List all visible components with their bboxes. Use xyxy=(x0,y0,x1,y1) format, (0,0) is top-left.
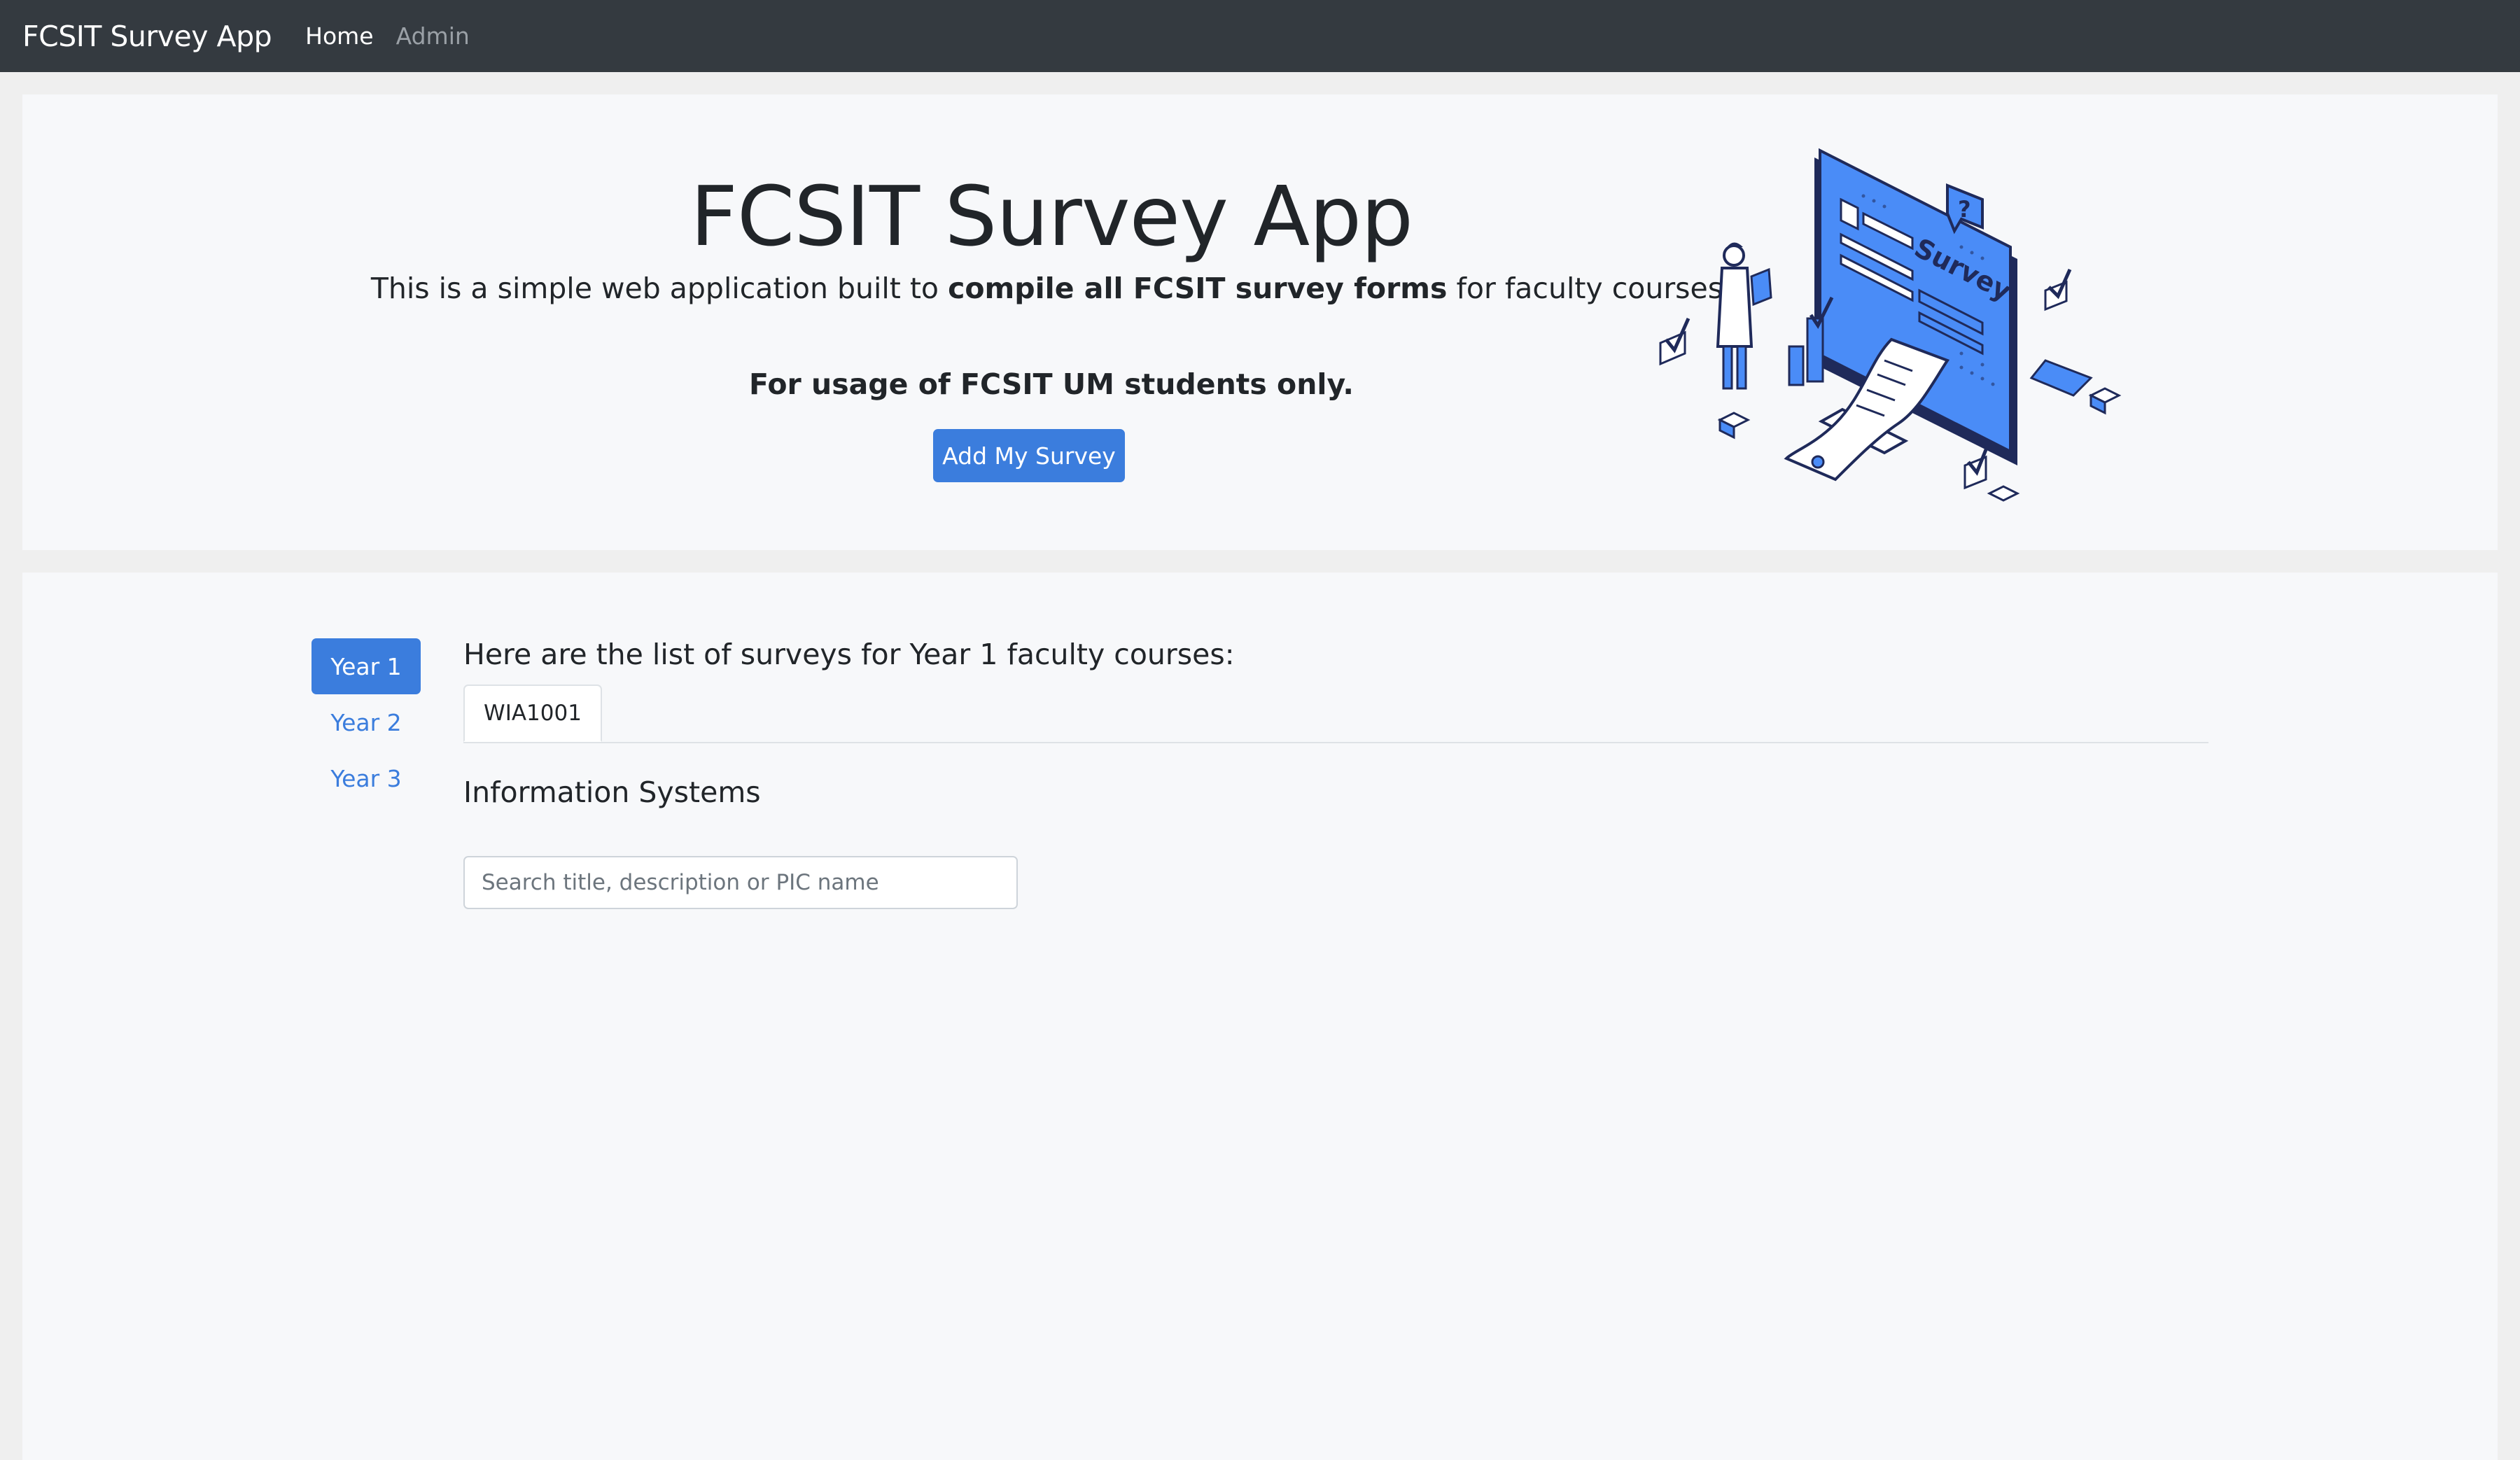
survey-list-heading: Here are the list of surveys for Year 1 … xyxy=(463,638,1235,671)
hero-lead-start: This is a simple web application built t… xyxy=(370,272,948,305)
top-navbar: FCSIT Survey App Home Admin xyxy=(0,0,2520,72)
nav-link-admin[interactable]: Admin xyxy=(396,22,470,50)
tab-wia1001[interactable]: WIA1001 xyxy=(463,685,602,742)
hero-lead-emphasis: compile all FCSIT survey forms xyxy=(948,272,1448,305)
year-pill-1[interactable]: Year 1 xyxy=(312,638,421,694)
course-name: Information Systems xyxy=(463,775,761,809)
add-my-survey-button[interactable]: Add My Survey xyxy=(933,429,1125,482)
year-pill-2[interactable]: Year 2 xyxy=(312,694,421,750)
search-input[interactable] xyxy=(463,856,1018,909)
course-tabs: WIA1001 xyxy=(463,685,2208,743)
illustration-question-mark: ? xyxy=(1958,196,1971,223)
survey-illustration: Survey ? xyxy=(1659,148,2122,502)
navbar-brand[interactable]: FCSIT Survey App xyxy=(22,20,272,53)
nav-link-home[interactable]: Home xyxy=(305,22,373,50)
year-pill-3[interactable]: Year 3 xyxy=(312,750,421,806)
year-nav: Year 1 Year 2 Year 3 xyxy=(312,638,424,806)
hero-panel: FCSIT Survey App This is a simple web ap… xyxy=(22,94,2498,550)
surveys-panel: Year 1 Year 2 Year 3 Here are the list o… xyxy=(22,573,2498,1460)
